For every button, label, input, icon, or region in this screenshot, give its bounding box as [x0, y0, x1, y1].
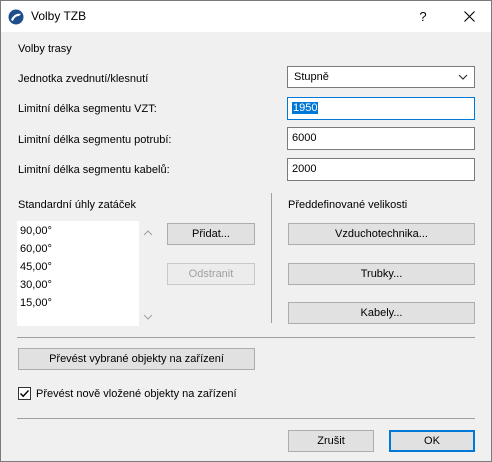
dialog-window: Volby TZB ? Volby trasy Jednotka zvednut… — [0, 0, 492, 462]
convert-selected-button[interactable]: Převést vybrané objekty na zařízení — [18, 348, 255, 370]
bend-angles-heading: Standardní úhly zatáček — [18, 199, 137, 211]
list-item[interactable]: 30,00° — [20, 276, 52, 294]
list-item[interactable]: 90,00° — [20, 222, 52, 240]
window-title: Volby TZB — [31, 9, 87, 23]
chevron-down-icon — [458, 74, 468, 80]
hvac-sizes-button[interactable]: Vzduchotechnika... — [288, 223, 475, 245]
cable-segment-value: 2000 — [292, 163, 317, 175]
pipe-segment-input[interactable]: 6000 — [287, 127, 475, 150]
list-item[interactable]: 45,00° — [20, 258, 52, 276]
hvac-segment-input[interactable]: 1950 — [287, 97, 475, 120]
elevation-unit-value: Stupně — [294, 71, 329, 83]
vertical-divider — [271, 193, 272, 323]
bend-angles-list[interactable]: 90,00° 60,00° 45,00° 30,00° 15,00° — [17, 221, 139, 326]
app-logo-icon — [8, 9, 24, 25]
convert-new-label[interactable]: Převést nově vložené objekty na zařízení — [36, 387, 237, 401]
route-options-heading: Volby trasy — [18, 43, 72, 55]
elevation-unit-select[interactable]: Stupně — [287, 66, 475, 88]
hvac-segment-label: Limitní délka segmentu VZT: — [18, 103, 157, 115]
cable-segment-label: Limitní délka segmentu kabelů: — [18, 164, 170, 176]
title-bar: Volby TZB ? — [1, 1, 491, 32]
list-item[interactable]: 15,00° — [20, 294, 52, 312]
divider — [17, 337, 475, 338]
cable-segment-input[interactable]: 2000 — [287, 158, 475, 181]
cable-sizes-button[interactable]: Kabely... — [288, 302, 475, 324]
divider — [17, 418, 475, 419]
ok-button[interactable]: OK — [389, 430, 475, 452]
elevation-unit-label: Jednotka zvednutí/klesnutí — [18, 73, 149, 85]
check-icon — [20, 390, 30, 398]
list-item[interactable]: 60,00° — [20, 240, 52, 258]
close-icon — [463, 10, 475, 22]
predefined-sizes-heading: Předdefinované velikosti — [288, 199, 408, 211]
remove-angle-button[interactable]: Odstranit — [167, 263, 255, 285]
help-button[interactable]: ? — [406, 1, 440, 32]
scroll-up-icon[interactable] — [143, 228, 153, 238]
cancel-button[interactable]: Zrušit — [288, 430, 374, 452]
hvac-segment-value: 1950 — [292, 102, 319, 114]
add-angle-button[interactable]: Přidat... — [167, 223, 255, 245]
pipe-segment-label: Limitní délka segmentu potrubí: — [18, 134, 172, 146]
pipe-sizes-button[interactable]: Trubky... — [288, 263, 475, 285]
close-button[interactable] — [447, 1, 491, 32]
scroll-down-icon[interactable] — [143, 312, 153, 322]
pipe-segment-value: 6000 — [292, 132, 317, 144]
convert-new-checkbox[interactable] — [18, 387, 31, 400]
